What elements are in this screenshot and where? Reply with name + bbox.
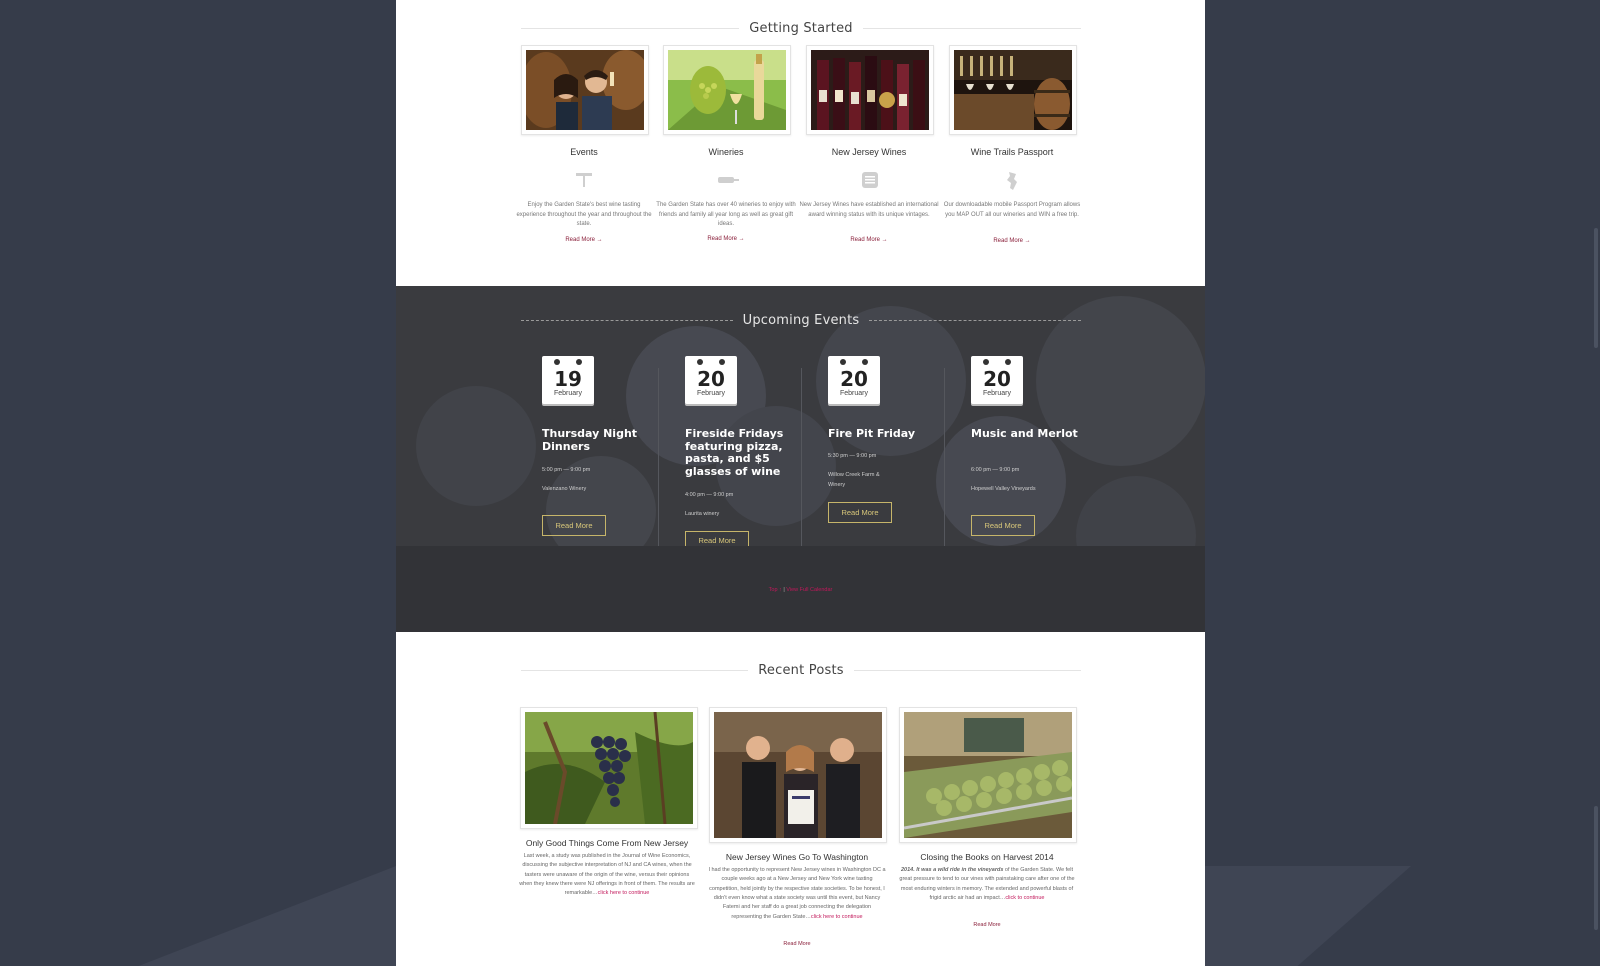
upcoming-events-section: Upcoming Events 19 February Thursday Nig… [396,286,1205,632]
wine-bottle-icon [716,171,740,189]
post-image[interactable] [899,707,1077,843]
event-month: February [982,390,1011,397]
event-month: February [696,390,725,397]
post-excerpt: 2014. It was a wild ride in the vineyard… [898,866,1076,903]
event-venue: Hopewell Valley Vineyards [971,486,1036,492]
getting-started-card-title[interactable]: Events [513,147,655,157]
continue-link[interactable]: click to continue [1005,895,1044,901]
vineyard-grapes-photo [668,50,786,130]
event-month: February [839,390,868,397]
getting-started-card-desc: Enjoy the Garden State's best wine tasti… [516,202,652,228]
scrollbar-thumb[interactable] [1594,228,1598,348]
event-item: 20 February Fire Pit Friday 5:30 pm — 9:… [808,356,951,542]
continue-link[interactable]: click here to continue [811,914,863,920]
post-excerpt-lead: 2014. It was a wild ride in the vineyard… [900,867,1004,873]
event-time: 4:00 pm — 9:00 pm [685,492,734,498]
getting-started-title: Getting Started [749,20,853,36]
event-time: 6:00 pm — 9:00 pm [971,467,1020,473]
harvest-grapes-photo [904,712,1072,838]
background-shape-left [0,866,396,966]
event-month: February [553,390,582,397]
scrollbar-thumb[interactable] [1594,806,1598,930]
wineries-card-image[interactable] [663,45,791,135]
top-link[interactable]: Top ↑ [769,587,782,593]
post-image[interactable] [520,707,698,829]
corkscrew-icon [574,171,594,189]
post-excerpt-text: I had the opportunity to represent New J… [708,867,886,920]
event-read-more-button[interactable]: Read More [971,515,1035,536]
wine-trails-passport-card-image[interactable] [949,45,1077,135]
getting-started-card-desc: New Jersey Wines have established an int… [799,202,939,218]
read-more-link[interactable]: Read More → [798,237,940,243]
getting-started-card-title[interactable]: Wineries [655,147,797,157]
getting-started-heading: Getting Started [521,18,1082,38]
calendar-date-icon: 20 February [828,356,880,404]
post-read-more-link[interactable]: Read More [898,922,1076,928]
event-read-more-button[interactable]: Read More [828,502,892,523]
getting-started-card-title[interactable]: New Jersey Wines [798,147,940,157]
event-venue: Valenzano Winery [542,486,587,492]
event-item: 19 February Thursday Night Dinners 5:00 … [522,356,665,542]
post-title[interactable]: Closing the Books on Harvest 2014 [898,852,1076,862]
getting-started-card-desc: Our downloadable mobile Passport Program… [943,202,1081,218]
link-separator: | [783,587,785,593]
wine-label-icon [860,171,880,189]
post-title[interactable]: Only Good Things Come From New Jersey [518,838,696,848]
post-read-more-link[interactable]: Read More [708,941,886,947]
recent-posts-heading: Recent Posts [521,660,1081,680]
background-shape-right [1180,866,1411,966]
event-title[interactable]: Music and Merlot [971,427,1083,441]
view-full-calendar-link[interactable]: View Full Calendar [786,587,832,593]
post-excerpt: I had the opportunity to represent New J… [708,866,886,922]
event-title[interactable]: Thursday Night Dinners [542,427,654,453]
read-more-link[interactable]: Read More → [941,238,1083,244]
new-jersey-wines-card-image[interactable] [806,45,934,135]
wine-couple-photo [526,50,644,130]
calendar-date-icon: 20 February [971,356,1023,404]
read-more-link[interactable]: Read More → [655,236,797,242]
event-title[interactable]: Fire Pit Friday [828,427,940,441]
event-day: 19 [554,367,582,391]
scrollbar[interactable] [1594,0,1598,966]
event-item: 20 February Fireside Fridays featuring p… [665,356,808,549]
new-jersey-map-icon [1002,171,1022,190]
event-read-more-button[interactable]: Read More [542,515,606,536]
continue-link[interactable]: click here to continue [598,890,650,896]
event-day: 20 [840,367,868,391]
upcoming-events-title: Upcoming Events [742,312,860,328]
wine-cellar-barrels-photo [954,50,1072,130]
event-venue: Laurita winery [685,511,720,517]
calendar-date-icon: 19 February [542,356,594,404]
award-photo [714,712,882,838]
recent-posts-title: Recent Posts [758,662,844,678]
events-footer-links: Top ↑ | View Full Calendar [396,587,1205,593]
events-card-image[interactable] [521,45,649,135]
event-time: 5:00 pm — 9:00 pm [542,467,591,473]
event-day: 20 [697,367,725,391]
post-title[interactable]: New Jersey Wines Go To Washington [708,852,886,862]
wine-bottles-photo [811,50,929,130]
event-venue: Willow Creek Farm & Winery [828,472,880,488]
getting-started-card-desc: The Garden State has over 40 wineries to… [656,202,796,228]
event-title[interactable]: Fireside Fridays featuring pizza, pasta,… [685,427,797,479]
read-more-link[interactable]: Read More → [513,237,655,243]
main-page: Getting Started Events Enjoy the Garden … [396,0,1205,966]
post-image[interactable] [709,707,887,843]
upcoming-events-heading: Upcoming Events [521,310,1082,330]
event-item: 20 February Music and Merlot 6:00 pm — 9… [951,356,1094,542]
getting-started-card-title[interactable]: Wine Trails Passport [941,147,1083,157]
post-excerpt: Last week, a study was published in the … [518,852,696,899]
calendar-date-icon: 20 February [685,356,737,404]
event-day: 20 [983,367,1011,391]
grape-cluster-photo [525,712,693,824]
event-time: 5:30 pm — 9:00 pm [828,453,877,459]
